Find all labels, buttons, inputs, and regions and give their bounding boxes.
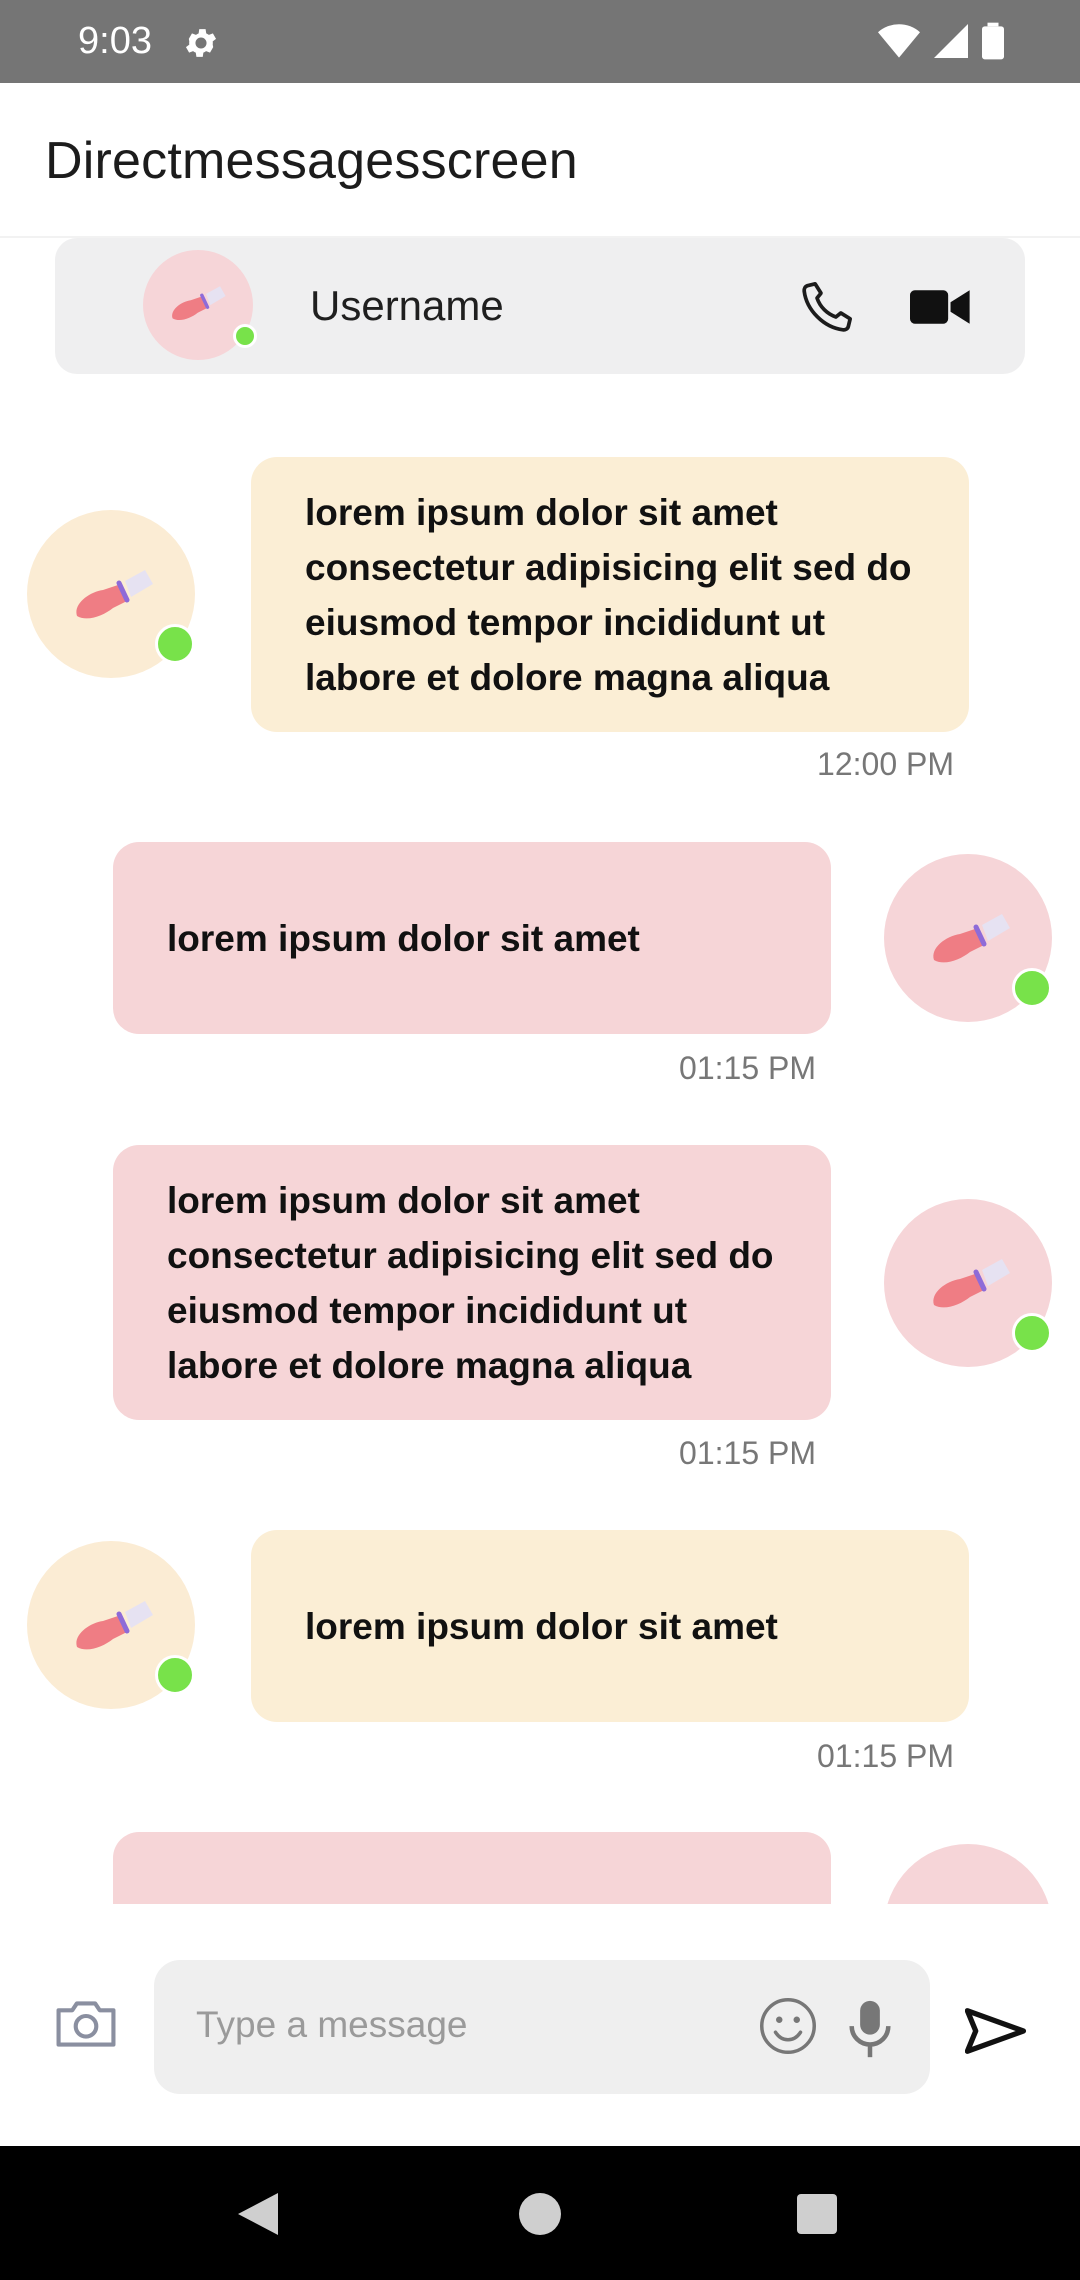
emoji-icon[interactable]: [758, 1996, 818, 2056]
wifi-icon: [878, 24, 920, 58]
contact-username: Username: [310, 282, 504, 329]
online-indicator: [1012, 1313, 1052, 1353]
online-indicator: [155, 1655, 195, 1695]
page-title: Directmessagesscreen: [45, 132, 578, 190]
home-icon[interactable]: [519, 2193, 561, 2235]
chat-header: Username: [55, 238, 1025, 374]
online-indicator: [1012, 968, 1052, 1008]
gear-icon: [185, 29, 217, 57]
message-time: 01:15 PM: [679, 1435, 816, 1471]
brush-icon: [172, 286, 226, 321]
sender-avatar[interactable]: [27, 510, 195, 678]
app-bar: Directmessagesscreen: [0, 83, 1080, 238]
message-text: lorem ipsum dolor sit amet consectetur a…: [167, 1179, 774, 1386]
message-text: lorem ipsum dolor sit amet: [167, 917, 640, 959]
message-input-container: [154, 1960, 930, 2094]
message-time: 01:15 PM: [679, 1050, 816, 1086]
video-camera-icon[interactable]: [910, 282, 972, 332]
message-time: 12:00 PM: [817, 746, 954, 782]
message-composer: [0, 1904, 1080, 2146]
brush-icon: [76, 1601, 153, 1650]
online-indicator: [155, 624, 195, 664]
brush-icon: [76, 570, 153, 619]
back-icon[interactable]: [236, 2191, 280, 2237]
message-bubble[interactable]: [113, 1832, 831, 1904]
microphone-icon[interactable]: [846, 1998, 894, 2060]
message-list[interactable]: lorem ipsum dolor sit amet consectetur a…: [0, 374, 1080, 1904]
system-nav-bar: [0, 2146, 1080, 2280]
status-bar: 9:03: [0, 0, 1080, 83]
message-bubble[interactable]: lorem ipsum dolor sit amet consectetur a…: [251, 457, 969, 732]
message-bubble[interactable]: lorem ipsum dolor sit amet: [113, 842, 831, 1034]
message-input[interactable]: [196, 1990, 676, 2060]
message-bubble[interactable]: lorem ipsum dolor sit amet: [251, 1530, 969, 1722]
sender-avatar[interactable]: [884, 1844, 1052, 1904]
phone-icon[interactable]: [800, 278, 856, 334]
contact-avatar[interactable]: [143, 250, 257, 360]
online-indicator: [233, 324, 257, 348]
status-time: 9:03: [78, 20, 152, 62]
battery-icon: [982, 22, 1004, 60]
recents-icon[interactable]: [797, 2194, 837, 2234]
status-icons: [878, 22, 1004, 60]
brush-icon: [933, 1259, 1010, 1308]
signal-icon: [934, 24, 968, 58]
message-bubble[interactable]: lorem ipsum dolor sit amet consectetur a…: [113, 1145, 831, 1420]
sender-avatar[interactable]: [27, 1541, 195, 1709]
message-text: lorem ipsum dolor sit amet consectetur a…: [305, 491, 912, 698]
send-icon[interactable]: [965, 2006, 1027, 2056]
camera-icon[interactable]: [54, 1996, 118, 2052]
brush-icon: [933, 914, 1010, 963]
message-text: lorem ipsum dolor sit amet: [305, 1605, 778, 1647]
sender-avatar[interactable]: [884, 1199, 1052, 1367]
message-time: 01:15 PM: [817, 1738, 954, 1774]
sender-avatar[interactable]: [884, 854, 1052, 1022]
